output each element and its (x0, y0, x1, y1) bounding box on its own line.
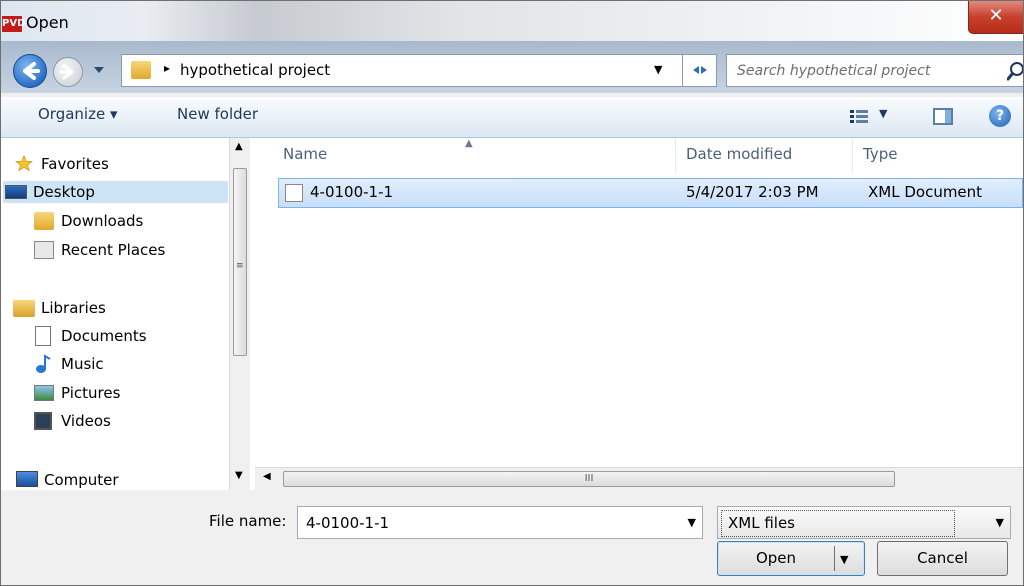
nav-music-label: Music (61, 355, 104, 373)
videos-icon (34, 412, 52, 430)
open-dialog: PVD Open ✕ ▸ hypothetical project ▼ Sear… (0, 0, 1024, 586)
file-type-dropdown[interactable]: ▼ (996, 516, 1004, 529)
music-icon (36, 354, 51, 373)
nav-desktop[interactable]: Desktop (3, 181, 228, 203)
computer-icon (16, 471, 38, 487)
nav-favorites[interactable]: Favorites (15, 153, 109, 175)
open-button-label: Open (755, 549, 797, 567)
scroll-down-arrow[interactable]: ▼ (235, 470, 243, 481)
star-icon (15, 155, 33, 171)
search-input[interactable] (727, 55, 997, 86)
column-date-modified[interactable]: Date modified (686, 145, 792, 163)
column-header: ▲ Name Date modified Type (255, 138, 1023, 174)
new-folder-button[interactable]: New folder (177, 105, 258, 123)
file-name-label: File name: (209, 512, 287, 530)
nav-recent-places-label: Recent Places (61, 241, 166, 259)
nav-downloads[interactable]: Downloads (34, 210, 144, 232)
organize-menu[interactable]: Organize ▾ (38, 105, 118, 123)
file-name-combo[interactable]: ▼ (297, 506, 703, 539)
nav-recent-places[interactable]: Recent Places (34, 239, 166, 261)
chevron-down-icon (94, 67, 104, 73)
view-icon[interactable] (849, 109, 871, 125)
nav-music[interactable]: Music (36, 353, 104, 375)
horizontal-scroll-thumb[interactable]: III (283, 471, 895, 487)
window-title: Open (26, 13, 69, 32)
help-icon[interactable]: ? (989, 105, 1011, 127)
open-split-dropdown[interactable]: ▼ (840, 543, 848, 576)
downloads-icon (34, 212, 54, 230)
nav-computer[interactable]: Computer (16, 469, 119, 491)
nav-favorites-label: Favorites (41, 155, 109, 173)
navigation-pane: Favorites Desktop Downloads Recent Place… (1, 138, 250, 490)
file-list: ▲ Name Date modified Type 4-0100-1-1 5/4… (255, 138, 1023, 490)
preview-pane-icon[interactable] (933, 108, 953, 125)
nav-libraries[interactable]: Libraries (13, 297, 106, 319)
title-bar[interactable]: PVD Open ✕ (1, 1, 1023, 41)
app-icon: PVD (2, 16, 25, 32)
file-type-value: XML files (721, 510, 955, 537)
nav-pictures-label: Pictures (61, 384, 121, 402)
libraries-icon (13, 300, 35, 317)
view-dropdown[interactable]: ▼ (879, 107, 887, 120)
refresh-icon (693, 66, 707, 74)
file-name-dropdown[interactable]: ▼ (688, 516, 696, 529)
search-box[interactable] (726, 54, 1023, 87)
file-name: 4-0100-1-1 (310, 183, 394, 201)
nav-desktop-label: Desktop (33, 183, 95, 201)
column-type[interactable]: Type (863, 145, 897, 163)
close-button[interactable]: ✕ (968, 1, 1023, 34)
open-button[interactable]: Open ▼ (717, 541, 865, 576)
documents-icon (35, 326, 51, 346)
nav-libraries-label: Libraries (41, 299, 106, 317)
sort-indicator: ▲ (465, 138, 473, 149)
nav-scrollbar[interactable]: ▲ ≡ ▼ (229, 138, 250, 490)
back-icon (23, 62, 40, 80)
back-button[interactable] (13, 54, 47, 88)
file-date: 5/4/2017 2:03 PM (686, 183, 819, 201)
nav-documents-label: Documents (61, 327, 147, 345)
folder-icon (131, 61, 151, 79)
column-divider[interactable] (852, 138, 853, 174)
desktop-icon (5, 185, 27, 199)
xml-file-icon (285, 184, 303, 202)
nav-downloads-label: Downloads (61, 212, 144, 230)
nav-pictures[interactable]: Pictures (34, 382, 121, 404)
file-type-select[interactable]: XML files ▼ (717, 506, 1011, 539)
dialog-footer: File name: ▼ XML files ▼ Open ▼ Cancel (1, 490, 1023, 585)
nav-documents[interactable]: Documents (35, 325, 147, 347)
file-name-input[interactable] (298, 507, 668, 538)
nav-videos[interactable]: Videos (34, 410, 111, 432)
pictures-icon (34, 385, 54, 401)
breadcrumb-arrow[interactable]: ▸ (164, 61, 170, 75)
command-bar: Organize ▾ New folder ▼ ? (1, 97, 1023, 138)
file-type: XML Document (868, 183, 983, 201)
breadcrumb-current[interactable]: hypothetical project (180, 61, 330, 79)
history-dropdown[interactable] (91, 61, 107, 79)
open-split-divider (834, 546, 835, 571)
column-name[interactable]: Name (283, 145, 327, 163)
horizontal-scrollbar[interactable]: ◀ III (255, 467, 1023, 490)
nav-computer-label: Computer (44, 471, 119, 489)
search-icon[interactable] (1007, 61, 1024, 81)
column-divider[interactable] (675, 138, 676, 174)
address-dropdown[interactable]: ▼ (654, 63, 662, 76)
forward-icon (59, 64, 74, 80)
cancel-button[interactable]: Cancel (877, 541, 1008, 576)
refresh-button[interactable] (682, 55, 717, 86)
scroll-up-arrow[interactable]: ▲ (235, 141, 243, 152)
address-box[interactable]: ▸ hypothetical project ▼ (121, 54, 717, 87)
scroll-left-arrow[interactable]: ◀ (263, 471, 271, 482)
nav-scroll-thumb[interactable]: ≡ (233, 168, 247, 356)
recent-places-icon (34, 241, 54, 259)
file-row[interactable]: 4-0100-1-1 5/4/2017 2:03 PM XML Document (278, 178, 1023, 208)
forward-button[interactable] (53, 57, 83, 87)
nav-videos-label: Videos (61, 412, 111, 430)
